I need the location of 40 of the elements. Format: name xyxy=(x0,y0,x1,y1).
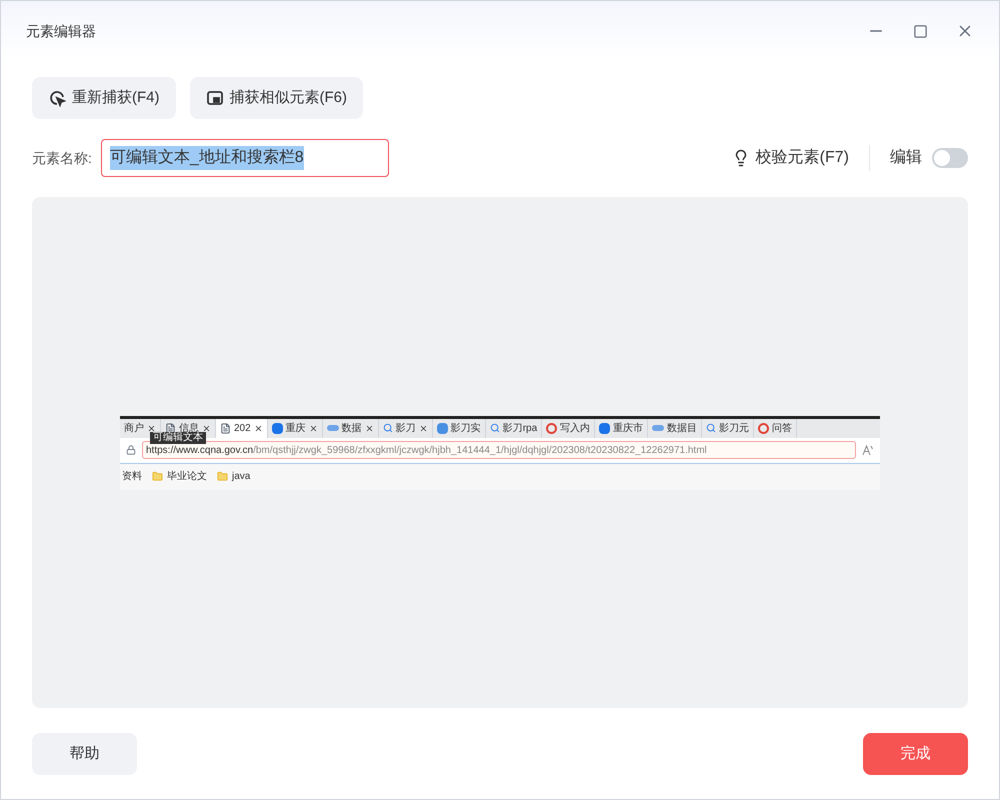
close-tab-icon[interactable] xyxy=(147,424,156,432)
help-button[interactable]: 帮助 xyxy=(32,733,137,775)
close-tab-icon[interactable] xyxy=(418,424,428,432)
folder-icon xyxy=(217,471,228,482)
edit-switch[interactable] xyxy=(932,148,968,168)
name-field[interactable]: 可编辑文本_地址和搜索栏8 xyxy=(100,139,389,177)
search-icon xyxy=(706,423,716,433)
bookmark[interactable]: java xyxy=(217,469,250,484)
bookmark[interactable]: 毕业论文 xyxy=(152,469,207,484)
read-aloud-icon[interactable] xyxy=(862,444,874,456)
address-field[interactable]: https://www.cqna.gov.cn/bm/qsthjj/zwgk_59968/zfxxgkml/jczwgk/hjbh_141444_1/hjgl/dqhjgl/202308/t20230822_12262971.html xyxy=(142,441,856,459)
browser-icon xyxy=(272,422,283,434)
close-tab-icon[interactable] xyxy=(254,424,263,432)
app-icon xyxy=(326,425,339,431)
recapture-button[interactable]: 重新捕获(F4) xyxy=(32,77,176,119)
maximize-icon[interactable] xyxy=(913,24,928,38)
close-tab-icon[interactable] xyxy=(202,424,211,432)
folder-icon xyxy=(152,471,163,482)
app-icon xyxy=(436,422,448,434)
edit-label: 编辑 xyxy=(890,148,922,168)
lock-icon xyxy=(126,445,136,455)
tooltip: 可编辑文本 xyxy=(150,432,206,444)
name-label: 元素名称: xyxy=(32,148,92,168)
window-title: 元素编辑器 xyxy=(26,22,97,40)
close-tab-icon[interactable] xyxy=(308,424,318,432)
search-icon xyxy=(490,423,500,433)
search-icon xyxy=(382,423,393,433)
target-icon xyxy=(48,89,66,107)
app-icon xyxy=(546,422,558,434)
browser-tab[interactable]: 202 xyxy=(216,418,268,438)
app-icon xyxy=(652,425,664,431)
capture-similar-button[interactable]: 捕获相似元素(F6) xyxy=(190,77,363,119)
close-tab-icon[interactable] xyxy=(364,424,374,432)
bookmark[interactable]: 资料 xyxy=(122,469,142,484)
app-icon xyxy=(758,422,770,434)
page-icon xyxy=(165,422,176,434)
browser-icon xyxy=(599,422,610,434)
page-icon xyxy=(220,422,231,434)
window-icon xyxy=(206,89,224,107)
validate-button[interactable]: 校验元素(F7) xyxy=(756,146,849,170)
